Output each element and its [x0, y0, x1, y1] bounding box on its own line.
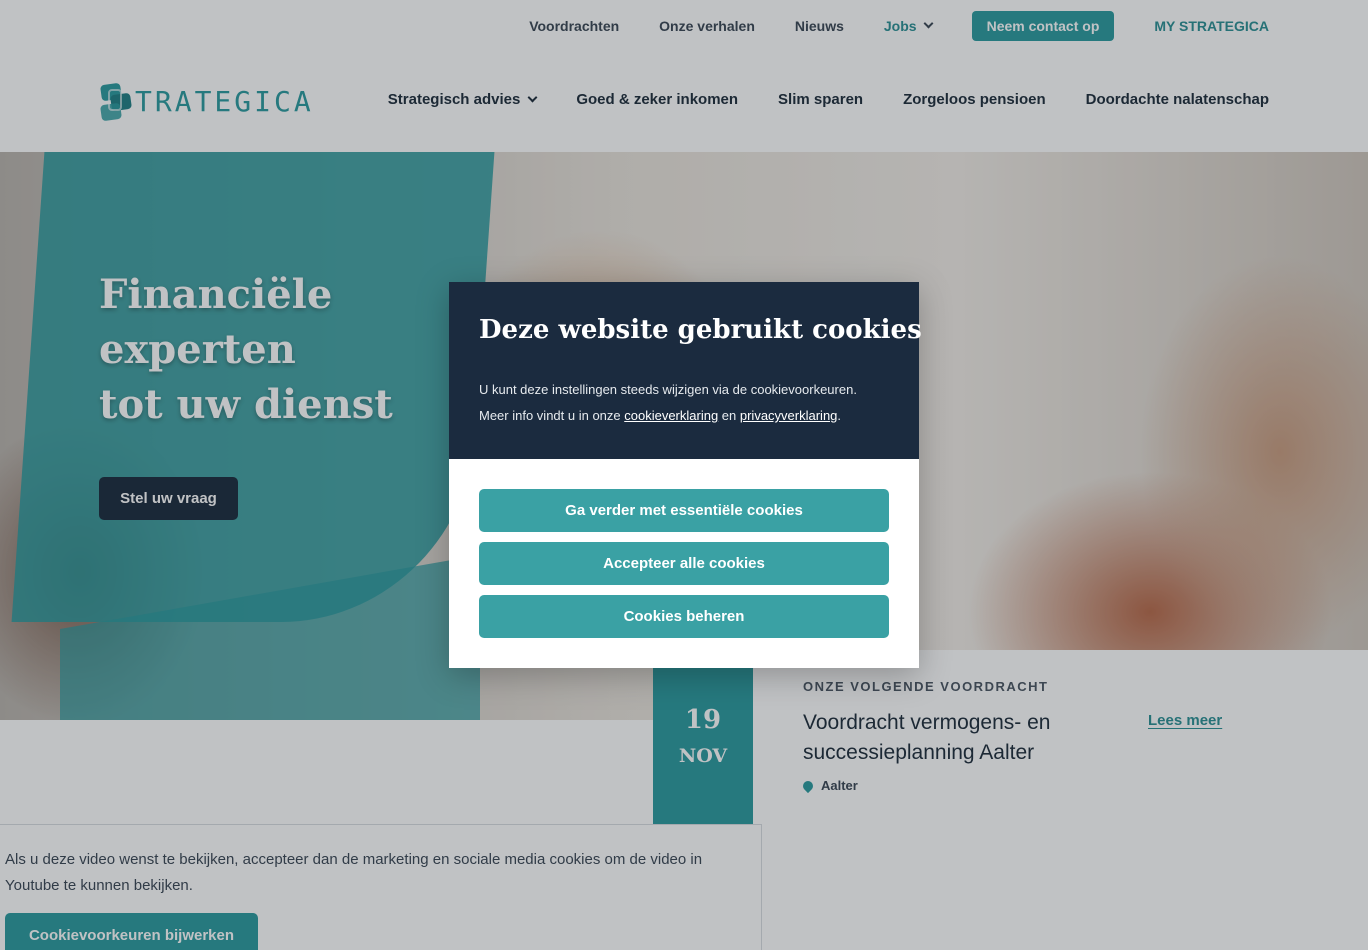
cookie-text-line-1: U kunt deze instellingen steeds wijzigen… [479, 382, 857, 397]
cookie-modal-title: Deze website gebruikt cookies [479, 315, 922, 345]
accept-all-cookies-button[interactable]: Accepteer alle cookies [479, 542, 889, 585]
cookie-modal: Deze website gebruikt cookies U kunt dez… [449, 282, 922, 668]
essential-cookies-button[interactable]: Ga verder met essentiële cookies [479, 489, 889, 532]
cookie-modal-text: U kunt deze instellingen steeds wijzigen… [479, 377, 899, 429]
cookie-text-suffix: . [837, 408, 842, 423]
cookie-text-connector: en [718, 408, 740, 423]
cookie-modal-header: Deze website gebruikt cookies U kunt dez… [449, 282, 922, 459]
cookie-statement-link[interactable]: cookieverklaring [624, 408, 718, 423]
cookie-text-prefix: Meer info vindt u in onze [479, 408, 625, 423]
privacy-statement-link[interactable]: privacyverklaring [740, 408, 838, 423]
manage-cookies-button[interactable]: Cookies beheren [479, 595, 889, 638]
